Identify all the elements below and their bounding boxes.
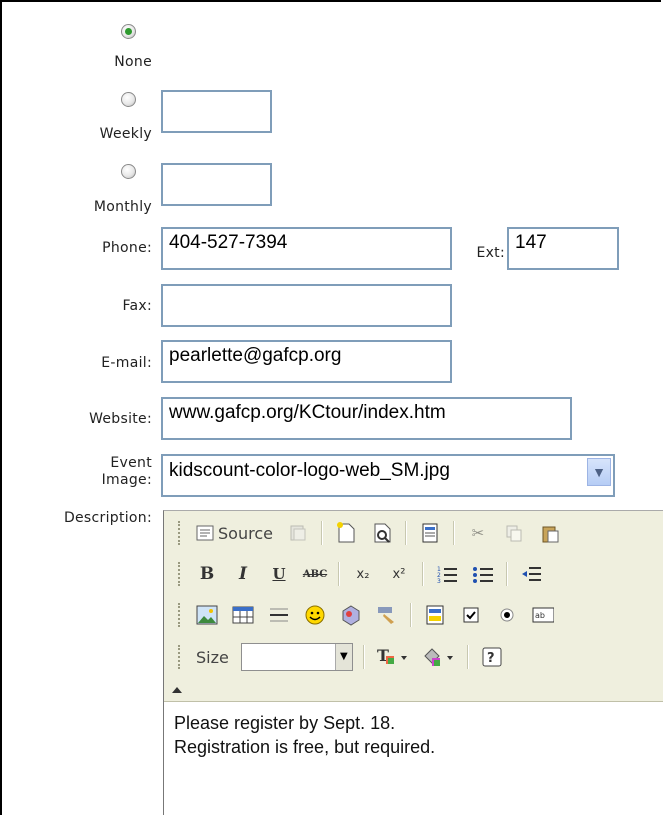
copy-icon[interactable] bbox=[501, 520, 527, 546]
svg-text:3: 3 bbox=[437, 578, 441, 584]
preview-icon[interactable] bbox=[369, 520, 395, 546]
cut-icon[interactable]: ✂ bbox=[465, 520, 491, 546]
fax-input[interactable] bbox=[161, 284, 452, 327]
event-image-label: Event Image: bbox=[60, 455, 152, 489]
toolbar-separator bbox=[320, 521, 323, 545]
event-image-label-line1: Event bbox=[110, 455, 152, 471]
editor-content[interactable]: Please register by Sept. 18. Registratio… bbox=[174, 711, 435, 759]
checkbox-icon[interactable] bbox=[458, 602, 484, 628]
save-template-icon[interactable] bbox=[285, 520, 311, 546]
smiley-icon[interactable] bbox=[302, 602, 328, 628]
italic-button[interactable]: I bbox=[230, 561, 256, 587]
toolbar-separator bbox=[452, 521, 455, 545]
subscript-button[interactable]: x₂ bbox=[350, 561, 376, 587]
toolbar-row-4: Size ▼ T ? bbox=[178, 639, 505, 675]
paste-icon[interactable] bbox=[537, 520, 563, 546]
source-button[interactable]: Source bbox=[194, 520, 275, 546]
event-image-selected: kidscount-color-logo-web_SM.jpg bbox=[169, 460, 450, 481]
radio-button-icon[interactable] bbox=[494, 602, 520, 628]
toolbar-row-1: Source ✂ bbox=[178, 515, 563, 551]
radio-none-label: None bbox=[114, 54, 152, 70]
radio-weekly[interactable] bbox=[121, 92, 136, 107]
phone-label: Phone: bbox=[102, 240, 152, 256]
event-image-select[interactable]: kidscount-color-logo-web_SM.jpg ▼ bbox=[161, 454, 615, 497]
background-color-icon[interactable] bbox=[421, 644, 457, 670]
fax-label: Fax: bbox=[122, 298, 152, 314]
radio-weekly-label: Weekly bbox=[99, 126, 152, 142]
radio-none[interactable] bbox=[121, 24, 136, 39]
toolbar-separator bbox=[506, 562, 508, 586]
horizontal-rule-icon[interactable] bbox=[266, 602, 292, 628]
bullet-list-icon[interactable] bbox=[470, 561, 496, 587]
editor-toolbar: Source ✂ B I U ABC x₂ x² 1 2 3 ab Size ▼… bbox=[164, 511, 663, 702]
toolbar-separator bbox=[422, 562, 424, 586]
toolbar-row-3: ab bbox=[178, 597, 556, 633]
weekly-input[interactable] bbox=[161, 90, 272, 133]
website-input[interactable]: www.gafcp.org/KCtour/index.htm bbox=[161, 397, 572, 440]
toolbar-separator bbox=[410, 603, 412, 627]
rich-text-editor[interactable]: Source ✂ B I U ABC x₂ x² 1 2 3 ab Size ▼… bbox=[163, 510, 663, 815]
toolbar-separator bbox=[362, 645, 365, 669]
outdent-icon[interactable] bbox=[518, 561, 544, 587]
underline-button[interactable]: U bbox=[266, 561, 292, 587]
collapse-toolbar-icon[interactable] bbox=[172, 687, 182, 693]
phone-input[interactable]: 404-527-7394 bbox=[161, 227, 452, 270]
toolbar-grip bbox=[178, 521, 184, 545]
ext-label: Ext: bbox=[476, 245, 505, 261]
new-page-icon[interactable] bbox=[333, 520, 359, 546]
numbered-list-icon[interactable]: 123 bbox=[434, 561, 460, 587]
content-line: Registration is free, but required. bbox=[174, 737, 436, 757]
font-size-select[interactable]: ▼ bbox=[240, 643, 353, 671]
svg-text:ab: ab bbox=[535, 611, 545, 620]
toolbar-grip bbox=[178, 645, 184, 669]
bold-button[interactable]: B bbox=[194, 561, 220, 587]
special-char-icon[interactable] bbox=[338, 602, 364, 628]
toolbar-row-2: B I U ABC x₂ x² 123 bbox=[178, 556, 544, 592]
table-icon[interactable] bbox=[230, 602, 256, 628]
radio-monthly[interactable] bbox=[121, 164, 136, 179]
description-label: Description: bbox=[63, 510, 152, 526]
size-label: Size bbox=[196, 647, 229, 667]
radio-monthly-label: Monthly bbox=[93, 199, 152, 215]
chevron-down-icon[interactable]: ▼ bbox=[587, 458, 611, 486]
textfield-icon[interactable]: ab bbox=[530, 602, 556, 628]
ext-input[interactable]: 147 bbox=[507, 227, 619, 270]
image-icon[interactable] bbox=[194, 602, 220, 628]
superscript-button[interactable]: x² bbox=[386, 561, 412, 587]
toolbar-grip bbox=[178, 603, 184, 627]
content-line: Please register by Sept. 18. bbox=[174, 713, 396, 733]
monthly-input[interactable] bbox=[161, 163, 272, 206]
templates-icon[interactable] bbox=[417, 520, 443, 546]
chevron-down-icon[interactable]: ▼ bbox=[334, 644, 352, 670]
text-color-icon[interactable]: T bbox=[375, 644, 411, 670]
toolbar-separator bbox=[338, 562, 340, 586]
strikethrough-button[interactable]: ABC bbox=[302, 561, 328, 587]
help-icon[interactable]: ? bbox=[479, 644, 505, 670]
email-label: E-mail: bbox=[101, 355, 152, 371]
toolbar-separator bbox=[404, 521, 407, 545]
toolbar-separator bbox=[466, 645, 469, 669]
form-icon[interactable] bbox=[422, 602, 448, 628]
svg-text:?: ? bbox=[487, 651, 495, 666]
form-brush-icon[interactable] bbox=[374, 602, 400, 628]
source-label: Source bbox=[218, 523, 273, 543]
email-input[interactable]: pearlette@gafcp.org bbox=[161, 340, 452, 383]
toolbar-grip bbox=[178, 562, 184, 586]
website-label: Website: bbox=[89, 411, 152, 427]
source-icon bbox=[196, 525, 214, 541]
event-image-label-line2: Image: bbox=[101, 472, 152, 488]
